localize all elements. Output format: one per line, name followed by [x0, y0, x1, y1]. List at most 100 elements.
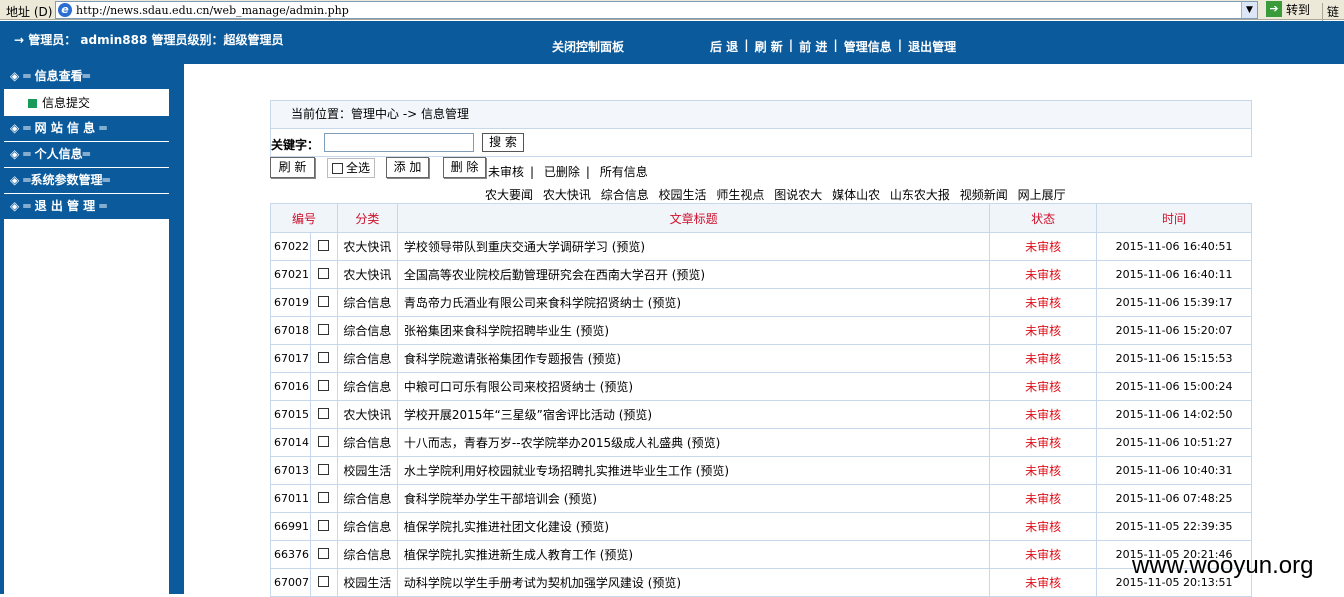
row-status[interactable]: 未审核	[989, 568, 1098, 597]
sidebar-item-site-info[interactable]: ◈ ═ 网 站 信 息 ═	[4, 116, 169, 142]
row-checkbox[interactable]	[309, 484, 338, 513]
forward-link[interactable]: 前 进	[799, 38, 827, 55]
row-status[interactable]: 未审核	[989, 316, 1098, 345]
table-row: 67018 综合信息 张裕集团来食科学院招聘毕业生 (预览) 未审核 2015-11-0…	[270, 316, 1252, 345]
category-link[interactable]: 媒体山农	[832, 188, 880, 202]
sidebar-item-system-params[interactable]: ◈ ═系统参数管理═	[4, 168, 169, 194]
go-button[interactable]: ➔ 转到	[1266, 1, 1310, 19]
url-input[interactable]: e http://news.sdau.edu.cn/web_manage/adm…	[55, 1, 1258, 19]
row-category: 校园生活	[336, 568, 398, 597]
row-category: 校园生活	[336, 456, 398, 485]
row-status[interactable]: 未审核	[989, 484, 1098, 513]
menu-bars-icon: ═	[82, 147, 90, 161]
row-title-link[interactable]: 水土学院利用好校园就业专场招聘扎实推进毕业生工作 (预览)	[396, 456, 991, 485]
category-link[interactable]: 网上展厅	[1018, 188, 1066, 202]
row-id: 67015	[270, 400, 311, 429]
filter-unreviewed[interactable]: 未审核	[488, 165, 524, 179]
separator: |	[833, 38, 838, 52]
row-title-link[interactable]: 中粮可口可乐有限公司来校招贤纳士 (预览)	[396, 372, 991, 401]
row-title-link[interactable]: 张裕集团来食科学院招聘毕业生 (预览)	[396, 316, 991, 345]
row-status[interactable]: 未审核	[989, 512, 1098, 541]
select-all-checkbox[interactable]: 全选	[327, 158, 376, 178]
row-title-link[interactable]: 青岛帝力氏酒业有限公司来食科学院招贤纳士 (预览)	[396, 288, 991, 317]
row-status[interactable]: 未审核	[989, 428, 1098, 457]
category-link[interactable]: 农大要闻	[485, 188, 533, 202]
row-title-link[interactable]: 植保学院扎实推进新生成人教育工作 (预览)	[396, 540, 991, 569]
row-checkbox[interactable]	[309, 372, 338, 401]
row-title-link[interactable]: 学校领导带队到重庆交通大学调研学习 (预览)	[396, 232, 991, 261]
add-button[interactable]: 添 加	[386, 157, 429, 178]
expand-arrow-icon: ◈	[10, 121, 20, 135]
sidebar-item-personal[interactable]: ◈ ═ 个人信息═	[4, 142, 169, 168]
row-title-link[interactable]: 全国高等农业院校后勤管理研究会在西南大学召开 (预览)	[396, 260, 991, 289]
category-link[interactable]: 综合信息	[601, 188, 649, 202]
checkbox-icon	[318, 547, 330, 559]
row-title-link[interactable]: 学校开展2015年“三星级”宿舍评比活动 (预览)	[396, 400, 991, 429]
close-panel-link[interactable]: 关闭控制面板	[552, 38, 624, 55]
row-title-link[interactable]: 食科学院举办学生干部培训会 (预览)	[396, 484, 991, 513]
row-status[interactable]: 未审核	[989, 400, 1098, 429]
row-id: 67016	[270, 372, 311, 401]
row-title-link[interactable]: 十八而志，青春万岁--农学院举办2015级成人礼盛典 (预览)	[396, 428, 991, 457]
row-checkbox[interactable]	[309, 400, 338, 429]
refresh-button[interactable]: 刷 新	[270, 157, 315, 178]
row-status[interactable]: 未审核	[989, 540, 1098, 569]
back-link[interactable]: 后 退	[710, 38, 738, 55]
row-status[interactable]: 未审核	[989, 372, 1098, 401]
filter-all[interactable]: 所有信息	[600, 165, 648, 179]
delete-button[interactable]: 删 除	[443, 157, 486, 178]
row-checkbox[interactable]	[309, 288, 338, 317]
row-title-link[interactable]: 动科学院以学生手册考试为契机加强学风建设 (预览)	[396, 568, 991, 597]
watermark: www.wooyun.org	[1132, 552, 1314, 579]
row-status[interactable]: 未审核	[989, 344, 1098, 373]
row-checkbox[interactable]	[309, 260, 338, 289]
row-time: 2015-11-06 15:00:24	[1096, 372, 1252, 401]
manage-info-link[interactable]: 管理信息	[844, 38, 892, 55]
row-checkbox[interactable]	[309, 540, 338, 569]
row-checkbox[interactable]	[309, 428, 338, 457]
row-checkbox[interactable]	[309, 344, 338, 373]
row-category: 综合信息	[336, 288, 398, 317]
category-link[interactable]: 农大快讯	[543, 188, 591, 202]
category-link[interactable]: 校园生活	[659, 188, 707, 202]
refresh-link[interactable]: 刷 新	[755, 38, 783, 55]
filter-deleted[interactable]: 已删除	[544, 165, 580, 179]
row-status[interactable]: 未审核	[989, 260, 1098, 289]
col-category-header: 分类	[336, 203, 398, 233]
row-id: 67011	[270, 484, 311, 513]
row-checkbox[interactable]	[309, 232, 338, 261]
keyword-input[interactable]	[324, 133, 474, 152]
row-category: 综合信息	[336, 372, 398, 401]
category-link[interactable]: 图说农大	[774, 188, 822, 202]
row-status[interactable]: 未审核	[989, 232, 1098, 261]
sidebar-item-info-submit[interactable]: 信息提交	[4, 90, 169, 116]
chevron-down-icon[interactable]: ▼	[1241, 2, 1257, 18]
status-filters: 未审核 | 已删除 | 所有信息	[488, 163, 648, 180]
sidebar-item-info-view[interactable]: ◈ ═ 信息查看═	[4, 64, 169, 90]
category-link[interactable]: 师生视点	[716, 188, 764, 202]
row-checkbox[interactable]	[309, 512, 338, 541]
table-row: 67015 农大快讯 学校开展2015年“三星级”宿舍评比活动 (预览) 未审核 201…	[270, 400, 1252, 429]
row-checkbox[interactable]	[309, 456, 338, 485]
row-title-link[interactable]: 植保学院扎实推进社团文化建设 (预览)	[396, 512, 991, 541]
expand-arrow-icon: ◈	[10, 173, 20, 187]
table-header-row: 编号 分类 文章标题 状态 时间	[270, 203, 1252, 233]
separator: |	[788, 38, 794, 52]
col-title-header: 文章标题	[396, 203, 991, 233]
menu-bars-icon: ═	[23, 121, 35, 135]
checkbox-icon	[318, 351, 330, 363]
sidebar-item-logout[interactable]: ◈ ═ 退 出 管 理 ═	[4, 194, 169, 220]
checkbox-icon	[318, 267, 330, 279]
address-label: 地址 (D)	[6, 5, 53, 19]
category-link[interactable]: 视频新闻	[960, 188, 1008, 202]
row-checkbox[interactable]	[309, 316, 338, 345]
row-title-link[interactable]: 食科学院邀请张裕集团作专题报告 (预览)	[396, 344, 991, 373]
search-button[interactable]: 搜 索	[482, 133, 524, 152]
row-status[interactable]: 未审核	[989, 456, 1098, 485]
logout-link[interactable]: 退出管理	[908, 38, 956, 55]
row-status[interactable]: 未审核	[989, 288, 1098, 317]
separator: |	[744, 38, 749, 52]
col-id-header: 编号	[270, 203, 338, 233]
row-checkbox[interactable]	[309, 568, 338, 597]
category-link[interactable]: 山东农大报	[890, 188, 950, 202]
